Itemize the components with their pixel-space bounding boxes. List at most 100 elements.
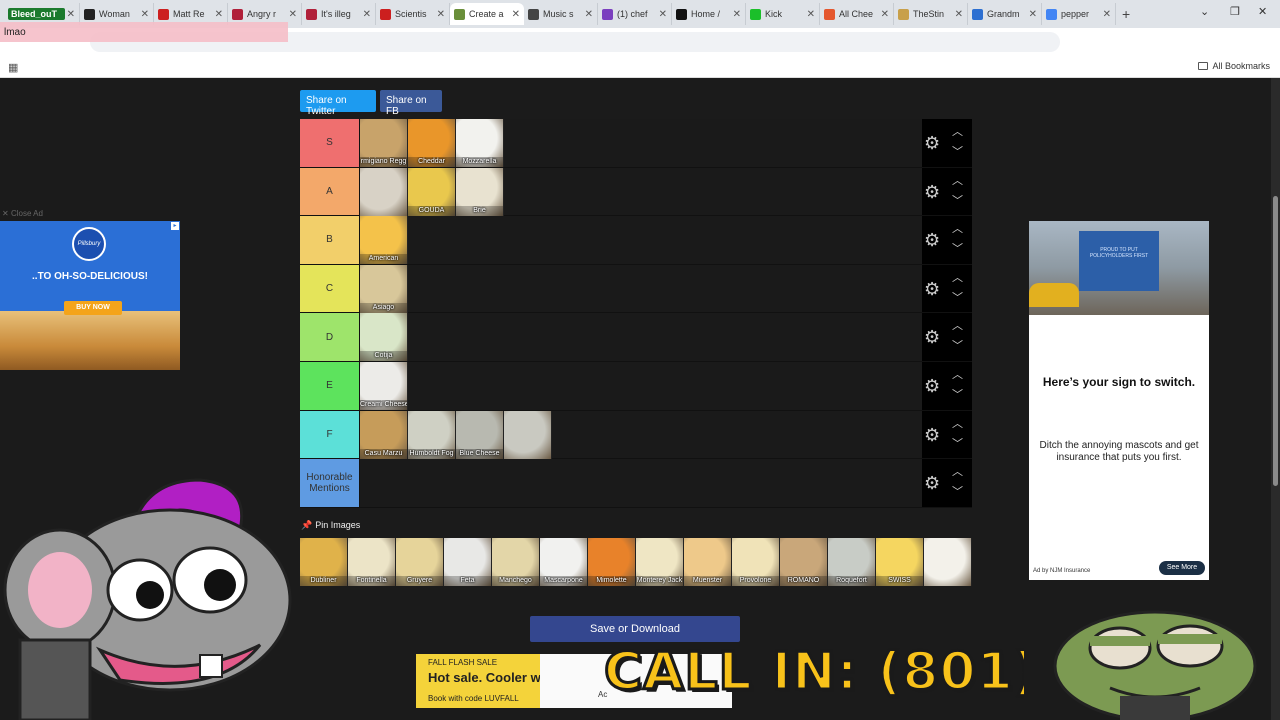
close-window-button[interactable]: ✕ <box>1258 5 1267 18</box>
cheese-tile[interactable] <box>924 538 972 586</box>
close-tab-icon[interactable]: ✕ <box>659 9 667 20</box>
tier-label[interactable]: C <box>300 264 360 313</box>
move-up-icon[interactable]: ︿ <box>952 127 963 138</box>
browser-tab[interactable]: Music s ✕ <box>524 3 598 25</box>
cheese-tile[interactable]: Mimolette <box>588 538 636 586</box>
ad-pillsbury[interactable]: Pillsbury ..TO OH-SO-DELICIOUS! BUY NOW … <box>0 221 180 370</box>
tier-label[interactable]: F <box>300 410 360 459</box>
tier-items-dropzone[interactable]: Creami Cheese <box>360 361 922 410</box>
window-menu-icon[interactable]: ⌄ <box>1200 5 1209 18</box>
cheese-tile[interactable]: GOUDA <box>408 167 456 216</box>
browser-tab[interactable]: (1) chef ✕ <box>598 3 672 25</box>
cheese-tile[interactable]: American <box>360 216 408 265</box>
gear-icon[interactable]: ⚙ <box>924 230 940 250</box>
cheese-tile[interactable]: Provolone <box>732 538 780 586</box>
cheese-tile[interactable]: Creami Cheese <box>360 361 408 410</box>
buy-now-button[interactable]: BUY NOW <box>64 301 122 315</box>
cheese-tile[interactable]: Fontinella <box>348 538 396 586</box>
tier-label[interactable]: D <box>300 313 360 361</box>
cheese-tile[interactable] <box>360 167 408 216</box>
move-down-icon[interactable]: ﹀ <box>952 292 963 304</box>
close-tab-icon[interactable]: ✕ <box>512 9 520 20</box>
browser-tab[interactable]: Kick ✕ <box>746 3 820 25</box>
move-down-icon[interactable]: ﹀ <box>952 341 963 352</box>
close-tab-icon[interactable]: ✕ <box>585 9 593 20</box>
tier-items-dropzone[interactable]: Asiago <box>360 264 922 313</box>
close-tab-icon[interactable]: ✕ <box>1029 9 1037 20</box>
cheese-tile[interactable]: Feta <box>444 538 492 586</box>
browser-tab[interactable]: All Chee ✕ <box>820 3 894 25</box>
move-up-icon[interactable]: ︿ <box>952 467 963 478</box>
tier-items-dropzone[interactable]: GOUDA Brie <box>360 167 922 216</box>
move-down-icon[interactable]: ﹀ <box>952 147 963 158</box>
browser-tab[interactable]: Scientis ✕ <box>376 3 450 25</box>
browser-tab[interactable]: Create a ✕ <box>450 3 524 25</box>
close-ad-button[interactable]: ✕ Close Ad <box>2 209 43 218</box>
move-up-icon[interactable]: ︿ <box>952 224 963 235</box>
close-tab-icon[interactable]: ✕ <box>437 9 445 20</box>
browser-tab[interactable]: TheStin ✕ <box>894 3 968 25</box>
apps-grid-icon[interactable]: ▦ <box>8 61 18 74</box>
move-down-icon[interactable]: ﹀ <box>952 244 963 255</box>
tier-label[interactable]: B <box>300 216 360 264</box>
all-bookmarks-button[interactable]: All Bookmarks <box>1198 61 1270 71</box>
see-more-button[interactable]: See More <box>1159 561 1205 575</box>
cheese-tile[interactable]: Mozzarella <box>456 119 504 167</box>
move-up-icon[interactable]: ︿ <box>952 418 963 430</box>
cheese-tile[interactable] <box>504 410 552 459</box>
close-tab-icon[interactable]: ✕ <box>807 9 815 20</box>
move-up-icon[interactable]: ︿ <box>952 321 963 332</box>
cheese-tile[interactable]: Gruyere <box>396 538 444 586</box>
gear-icon[interactable]: ⚙ <box>924 327 940 347</box>
scrollbar-thumb[interactable] <box>1273 196 1278 486</box>
tier-items-dropzone[interactable]: rmigiano Regg Cheddar Mozzarella <box>360 119 922 167</box>
browser-tab[interactable]: pepper ✕ <box>1042 3 1116 25</box>
browser-tab[interactable]: Grandm ✕ <box>968 3 1042 25</box>
cheese-tile[interactable]: Roquefort <box>828 538 876 586</box>
close-tab-icon[interactable]: ✕ <box>1103 9 1111 20</box>
cheese-tile[interactable]: Manchego <box>492 538 540 586</box>
gear-icon[interactable]: ⚙ <box>924 279 940 299</box>
close-tab-icon[interactable]: ✕ <box>67 9 75 20</box>
page-scrollbar[interactable] <box>1271 78 1280 720</box>
gear-icon[interactable]: ⚙ <box>924 133 940 153</box>
tier-items-dropzone[interactable] <box>360 459 922 507</box>
save-download-button[interactable]: Save or Download <box>530 616 740 642</box>
move-down-icon[interactable]: ﹀ <box>952 438 963 450</box>
move-down-icon[interactable]: ﹀ <box>952 487 963 498</box>
tier-items-dropzone[interactable]: American <box>360 216 922 265</box>
cheese-tile[interactable]: rmigiano Regg <box>360 119 408 167</box>
cheese-tile[interactable]: Blue Cheese <box>456 410 504 459</box>
close-tab-icon[interactable]: ✕ <box>733 9 741 20</box>
close-tab-icon[interactable]: ✕ <box>881 9 889 20</box>
new-tab-button[interactable]: + <box>1122 6 1130 22</box>
gear-icon[interactable]: ⚙ <box>924 425 940 445</box>
close-tab-icon[interactable]: ✕ <box>141 9 149 20</box>
move-down-icon[interactable]: ﹀ <box>952 389 963 401</box>
cheese-tile[interactable]: Cheddar <box>408 119 456 167</box>
cheese-tile[interactable]: Cotija <box>360 313 408 362</box>
adchoices-icon[interactable]: ▸ <box>171 222 179 230</box>
tier-items-dropzone[interactable]: Casu Marzu Humboldt Fog Blue Cheese <box>360 410 922 459</box>
cheese-tile[interactable]: Brie <box>456 167 504 216</box>
share-fb-button[interactable]: Share on FB <box>380 90 442 117</box>
close-tab-icon[interactable]: ✕ <box>289 9 297 20</box>
cheese-tile[interactable]: Muenster <box>684 538 732 586</box>
cheese-tile[interactable]: Mascarpone <box>540 538 588 586</box>
cheese-tile[interactable]: Monterey Jack <box>636 538 684 586</box>
share-twitter-button[interactable]: Share on Twitter <box>300 90 376 117</box>
tier-label[interactable]: S <box>300 119 360 167</box>
gear-icon[interactable]: ⚙ <box>924 473 940 493</box>
tier-label[interactable]: A <box>300 167 360 216</box>
cheese-tile[interactable]: Casu Marzu <box>360 410 408 459</box>
tier-items-dropzone[interactable]: Cotija <box>360 313 922 362</box>
move-up-icon[interactable]: ︿ <box>952 369 963 381</box>
cheese-tile[interactable]: SWISS <box>876 538 924 586</box>
move-down-icon[interactable]: ﹀ <box>952 195 963 207</box>
restore-window-button[interactable]: ❐ <box>1230 5 1240 18</box>
move-up-icon[interactable]: ︿ <box>952 272 963 284</box>
gear-icon[interactable]: ⚙ <box>924 182 940 202</box>
browser-tab[interactable]: It's illeg ✕ <box>302 3 376 25</box>
cheese-tile[interactable]: Humboldt Fog <box>408 410 456 459</box>
cheese-tile[interactable]: ROMANO <box>780 538 828 586</box>
